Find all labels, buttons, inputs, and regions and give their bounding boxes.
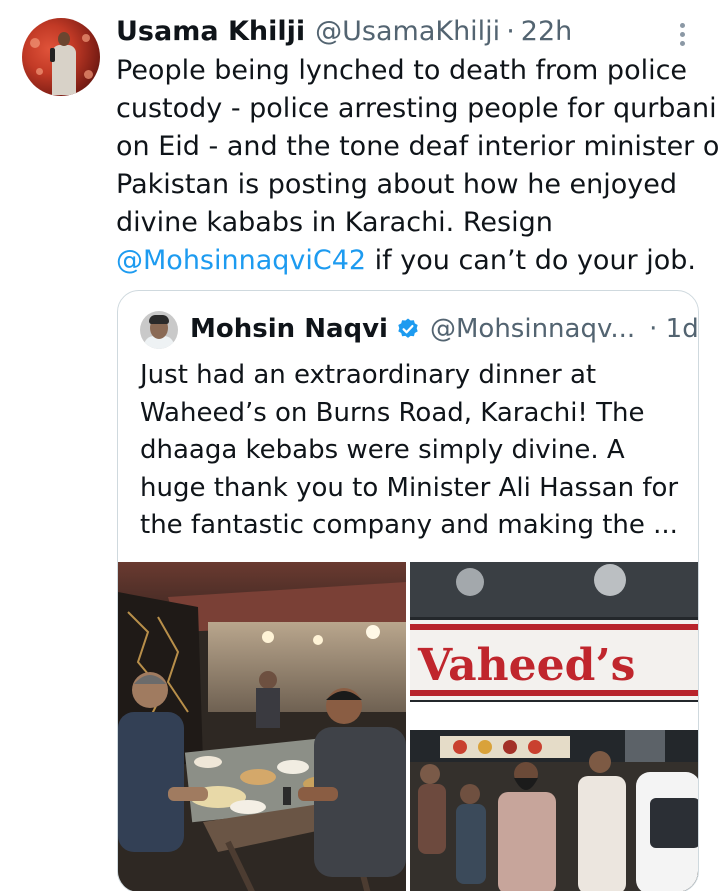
more-vertical-icon[interactable]: [668, 20, 696, 48]
quoted-tweet-timestamp[interactable]: · 1d: [649, 311, 698, 347]
quoted-author-name[interactable]: Mohsin Naqvi: [190, 311, 388, 347]
quoted-author-avatar[interactable]: [140, 311, 178, 349]
tweet-text-rest: if you can’t do your job.: [366, 245, 696, 276]
quoted-text-line: the fantastic company and making the ...: [140, 510, 678, 540]
tweet-text-line: custody - police arresting people for qu…: [116, 93, 717, 124]
author-avatar[interactable]: [22, 18, 100, 96]
separator: ·: [506, 16, 515, 47]
tweet-text-line: Pakistan is posting about how he enjoyed: [116, 169, 678, 200]
author-name[interactable]: Usama Khilji: [116, 14, 305, 50]
quoted-author-handle[interactable]: @Mohsinnaqv...: [430, 311, 635, 347]
tweet-text-last-line: @MohsinnaqviC42 if you can’t do your job…: [116, 242, 706, 280]
quoted-text-line: dhaaga kebabs were simply divine. A: [140, 435, 625, 465]
author-handle[interactable]: @UsamaKhilji: [315, 14, 500, 50]
sign-text: Vaheed’s: [417, 640, 635, 691]
verified-badge-icon: [398, 318, 418, 338]
dinner-photo-image: [118, 562, 406, 891]
restaurant-photo-image: Vaheed’s: [410, 562, 698, 891]
tweet-header: Usama Khilji @UsamaKhilji · 22h: [116, 14, 572, 50]
quoted-tweet-card[interactable]: Mohsin Naqvi @Mohsinnaqv... · 1d Just ha…: [117, 290, 699, 891]
quoted-text-line: huge thank you to Minister Ali Hassan fo…: [140, 472, 679, 503]
tweet-timestamp[interactable]: 22h: [521, 14, 572, 50]
media-photo-dinner[interactable]: [118, 562, 406, 891]
quoted-text-line: Waheed’s on Burns Road, Karachi! The: [140, 397, 645, 428]
tweet-text-line: on Eid - and the tone deaf interior mini…: [116, 131, 720, 162]
tweet-text-line: divine kababs in Karachi. Resign: [116, 207, 553, 238]
tweet-text-line: People being lynched to death from polic…: [116, 55, 688, 86]
quoted-tweet-text: Just had an extraordinary dinner at Wahe…: [140, 357, 680, 545]
media-photo-restaurant[interactable]: Vaheed’s: [410, 562, 698, 891]
mention-link[interactable]: @MohsinnaqviC42: [116, 245, 366, 276]
quoted-text-line: Just had an extraordinary dinner at: [140, 360, 597, 390]
quoted-tweet-header: Mohsin Naqvi @Mohsinnaqv... · 1d: [190, 311, 698, 347]
tweet-text: People being lynched to death from polic…: [116, 52, 720, 280]
